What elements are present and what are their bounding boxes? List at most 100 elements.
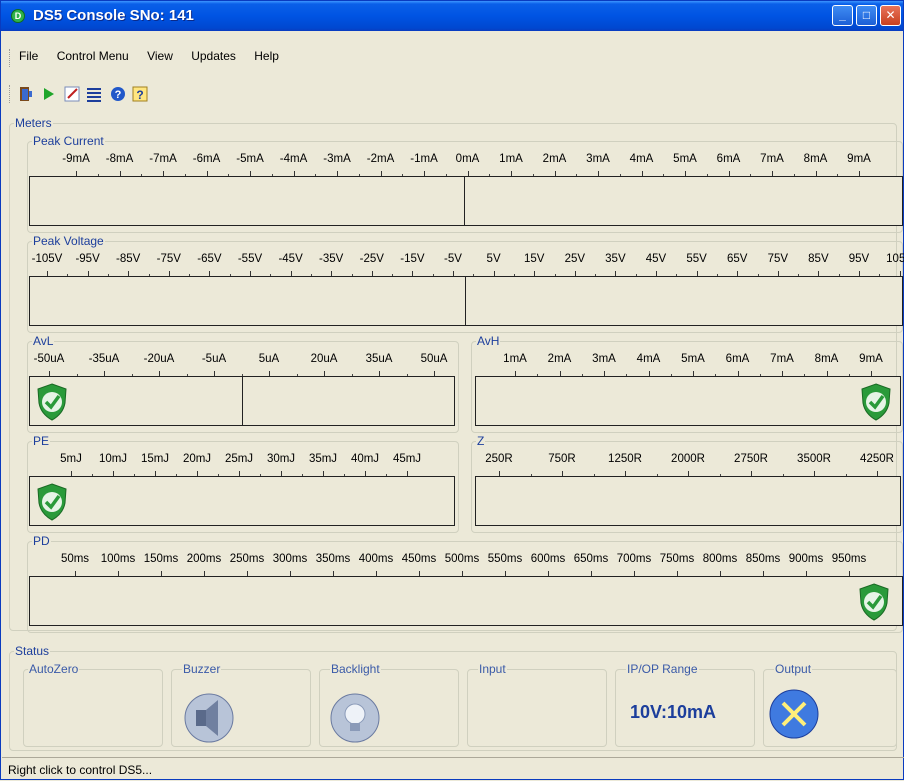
tick-label: 9mA	[859, 353, 883, 365]
tick-label: 1mA	[503, 353, 527, 365]
peak-voltage-scale: -105V -95V -85V -75V -65V -55V -45V -35V -25V -15…	[29, 253, 904, 277]
tick-label: 3mA	[586, 153, 610, 165]
title-bar[interactable]: D DS5 Console SNo: 141 _ □ ✕	[1, 1, 903, 31]
tick-label: -25V	[359, 253, 384, 265]
tick-label: -5mA	[236, 153, 264, 165]
tick-label: 400ms	[358, 553, 394, 565]
tick-label: 2mA	[547, 353, 572, 365]
menubar-grip	[9, 49, 12, 67]
svg-text:?: ?	[136, 88, 143, 102]
avl-scale: -50uA -35uA -20uA -5uA 5uA 20uA 35uA 50uA	[29, 353, 455, 377]
z-meter	[475, 476, 901, 526]
tick-label: -9mA	[62, 153, 90, 165]
tick-label: -85V	[116, 253, 141, 265]
tick-label: 0mA	[455, 153, 480, 165]
tick-label: 100ms	[100, 553, 136, 565]
tick-label: -8mA	[105, 153, 134, 165]
tick-label: 40mJ	[350, 453, 380, 465]
peak-current-scale: -9mA -8mA -7mA -6mA -5mA -4mA -3mA -2mA -1mA 0mA 1…	[29, 153, 903, 177]
tick-label: 15V	[523, 253, 545, 265]
tick-label: -50uA	[33, 353, 65, 365]
tick-label: 1mA	[499, 153, 523, 165]
tick-label: 850ms	[745, 553, 781, 565]
edit-icon[interactable]	[63, 85, 81, 103]
menu-file[interactable]: File	[19, 49, 38, 63]
tick-label: 8mA	[814, 353, 839, 365]
status-bar-text: Right click to control DS5...	[8, 763, 153, 777]
input-group[interactable]: Input	[467, 662, 607, 747]
tick-label: 4mA	[629, 153, 654, 165]
peak-current-center-line	[464, 177, 465, 225]
autozero-group[interactable]: AutoZero	[23, 662, 163, 747]
meters-label: Meters	[14, 116, 53, 130]
list-icon[interactable]	[85, 85, 103, 103]
tick-label: 25mJ	[224, 453, 254, 465]
help-icon[interactable]: ?	[109, 85, 127, 103]
backlight-group[interactable]: Backlight	[319, 662, 459, 747]
menu-updates[interactable]: Updates	[191, 49, 236, 63]
tick-label: 5uA	[258, 353, 280, 365]
exit-icon[interactable]	[17, 85, 35, 103]
pe-check-shield-icon	[37, 483, 67, 521]
pd-check-shield-icon	[859, 583, 889, 621]
about-icon[interactable]: ?	[131, 85, 149, 103]
ip-op-range-value: 10V:10mA	[630, 702, 717, 722]
tick-label: 250ms	[229, 553, 265, 565]
maximize-button[interactable]: □	[856, 5, 877, 26]
tick-label: 600ms	[530, 553, 566, 565]
avl-center-line	[242, 377, 243, 425]
tick-label: 950ms	[831, 553, 867, 565]
tick-label: 55V	[686, 253, 707, 265]
tick-label: 35uA	[365, 353, 393, 365]
peak-voltage-meter	[29, 276, 903, 326]
tick-label: 1250R	[608, 453, 642, 465]
output-group[interactable]: Output	[763, 662, 897, 747]
tick-label: 5mJ	[60, 453, 82, 465]
tick-label: 6mA	[716, 153, 741, 165]
menu-view[interactable]: View	[147, 49, 173, 63]
tick-label: -65V	[197, 253, 222, 265]
ip-op-range-group[interactable]: IP/OP Range 10V:10mA	[615, 662, 755, 747]
window-title: DS5 Console SNo: 141	[33, 7, 194, 24]
tick-label: 10mJ	[98, 453, 128, 465]
tick-label: -15V	[400, 253, 425, 265]
tick-label: 200ms	[186, 553, 222, 565]
tick-label: 50ms	[60, 553, 90, 565]
tick-label: 20mJ	[182, 453, 212, 465]
play-icon[interactable]	[39, 85, 57, 103]
tick-label: 700ms	[616, 553, 652, 565]
tick-label: 2mA	[542, 153, 567, 165]
tick-label: 350ms	[315, 553, 351, 565]
avh-label: AvH	[476, 334, 501, 348]
menu-help[interactable]: Help	[254, 49, 279, 63]
tick-label: 750R	[548, 453, 576, 465]
tick-label: 20uA	[310, 353, 338, 365]
tick-label: -6mA	[192, 153, 221, 165]
z-scale: 250R 750R 1250R 2000R 2750R 3500R 4250R	[475, 453, 901, 477]
tick-label: 25V	[564, 253, 586, 265]
tick-label: 300ms	[272, 553, 308, 565]
peak-current-label: Peak Current	[32, 134, 105, 148]
tick-label: 30mJ	[266, 453, 296, 465]
pd-scale: 50ms 100ms 150ms 200ms 250ms 300ms 350ms 400ms 4…	[29, 553, 903, 577]
tick-label: 4mA	[636, 353, 661, 365]
status-bar: Right click to control DS5...	[2, 757, 904, 781]
tick-label: 95V	[848, 253, 870, 265]
tick-label: -4mA	[279, 153, 308, 165]
app-icon: D	[11, 9, 25, 23]
tick-label: -95V	[75, 253, 100, 265]
buzzer-group[interactable]: Buzzer	[171, 662, 311, 747]
menu-control[interactable]: Control Menu	[57, 49, 129, 63]
app-window: D DS5 Console SNo: 141 _ □ ✕ File Contro…	[0, 0, 904, 780]
tick-label: 3500R	[797, 453, 831, 465]
tick-label: -35uA	[88, 353, 120, 365]
avh-meter	[475, 376, 901, 426]
tick-label: -35V	[319, 253, 344, 265]
tick-label: 150ms	[143, 553, 179, 565]
svg-text:?: ?	[115, 89, 122, 101]
minimize-button[interactable]: _	[832, 5, 853, 26]
tick-label: 800ms	[702, 553, 738, 565]
close-button[interactable]: ✕	[880, 5, 901, 26]
pe-scale: 5mJ 10mJ 15mJ 20mJ 25mJ 30mJ 35mJ 40mJ 45mJ	[29, 453, 455, 477]
tick-label: -20uA	[143, 353, 175, 365]
